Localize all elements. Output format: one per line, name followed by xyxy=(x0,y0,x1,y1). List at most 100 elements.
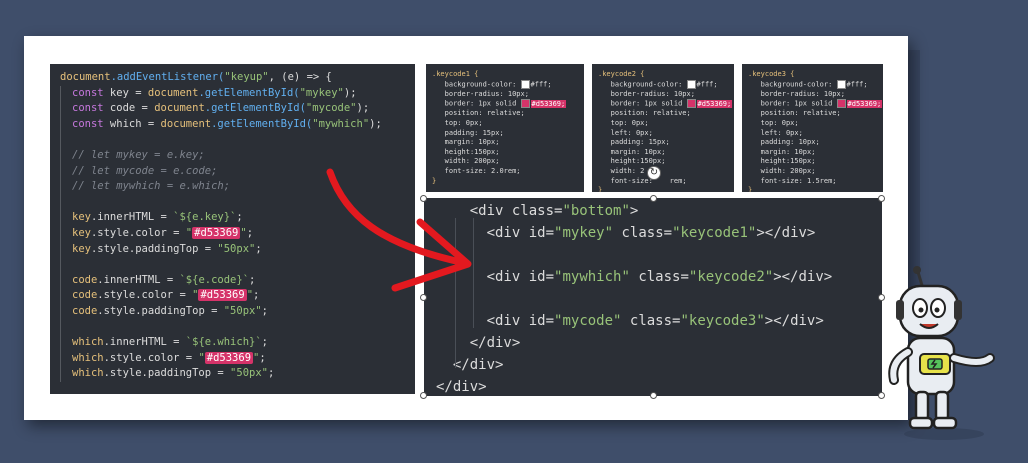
token: `${e.key}` xyxy=(173,211,237,224)
resize-handle-bottom[interactable] xyxy=(650,392,657,399)
token: "keycode2" xyxy=(688,269,774,285)
white-swatch-icon xyxy=(686,79,696,89)
code-line: document.addEventListener("keyup", (e) =… xyxy=(60,70,415,86)
rotate-handle-icon[interactable]: ↻ xyxy=(647,166,661,180)
css-line: width: 200px; xyxy=(748,167,883,177)
token: .innerHTML = xyxy=(103,336,186,349)
token: ; xyxy=(261,336,268,349)
token: > xyxy=(629,203,639,219)
white-swatch-icon xyxy=(836,79,846,89)
css-prop: left: 0px; xyxy=(610,128,653,137)
token: .addEventListener( xyxy=(110,71,225,83)
css-line: background-color: #fff; xyxy=(598,79,734,90)
token: "50px" xyxy=(230,367,268,380)
comment: // let mycode = e.code; xyxy=(72,164,218,177)
resize-handle-top-right[interactable] xyxy=(878,195,885,202)
css-line: padding: 10px; xyxy=(748,138,883,148)
css-line: background-color: #fff; xyxy=(748,79,883,90)
token: code xyxy=(72,289,98,302)
css-line: top: 0px; xyxy=(748,119,883,129)
css-line: font-size: rem; xyxy=(598,177,734,187)
css-prop: padding: 10px; xyxy=(760,138,820,147)
token: class= xyxy=(511,203,563,219)
token: ; xyxy=(259,351,266,364)
css-close: } xyxy=(748,186,753,192)
css-line: padding: 15px; xyxy=(432,129,584,139)
code-line: </div> xyxy=(436,376,882,396)
css-prop: border-radius: 10px; xyxy=(610,89,695,98)
css-prop: background-color: xyxy=(760,80,837,89)
css-line: top: 0px; xyxy=(598,119,734,129)
css-value: #fff; xyxy=(696,80,718,89)
code-line: <div id="mywhich" class="keycode2"></div… xyxy=(436,266,882,288)
token: `${e.which}` xyxy=(185,336,262,349)
token: document xyxy=(60,71,111,83)
token: .style.paddingTop = xyxy=(90,242,218,255)
token: which xyxy=(72,351,104,364)
css-line: border: 1px solid #d53369; xyxy=(598,99,734,109)
css-prop: margin: 10px; xyxy=(760,147,816,156)
token: .style.paddingTop = xyxy=(103,367,231,380)
token: id= xyxy=(528,269,555,285)
token: <div xyxy=(486,313,529,329)
css-keycode3-panel: .keycode3 { background-color: #fff; bord… xyxy=(742,64,883,192)
token: "keycode3" xyxy=(680,313,765,329)
token: const xyxy=(72,117,104,130)
css-line: border: 1px solid #d53369; xyxy=(432,99,584,109)
css-line: height:150px; xyxy=(598,157,734,167)
token: key = xyxy=(103,86,148,99)
curved-arrow-icon xyxy=(326,168,472,292)
token: ; xyxy=(255,242,262,255)
token: "mywhich" xyxy=(554,269,630,285)
token: ); xyxy=(343,86,357,99)
token: .style.paddingTop = xyxy=(97,304,224,317)
css-line: border-radius: 10px; xyxy=(748,90,883,100)
token: "mycode" xyxy=(554,313,622,329)
code-line: const which = document.getElementById("m… xyxy=(60,116,415,133)
token: key xyxy=(72,226,91,239)
token: ; xyxy=(267,367,275,380)
token: " xyxy=(198,351,205,364)
token: </div> xyxy=(469,335,521,351)
token: .getElementById( xyxy=(198,86,300,99)
css-prop: top: 0px; xyxy=(610,118,649,127)
code-line: const code = document.getElementById("my… xyxy=(60,101,415,117)
css-prop: position: relative; xyxy=(760,109,841,118)
code-line-blank xyxy=(60,132,415,148)
token: "mykey" xyxy=(299,86,344,99)
css-prop: height:150px; xyxy=(610,157,666,166)
robot-mascot-icon xyxy=(888,266,995,440)
token: ></div> xyxy=(756,225,816,241)
resize-handle-bottom-left[interactable] xyxy=(420,392,427,399)
css-prop: padding: 15px; xyxy=(444,128,504,137)
css-line: position: relative; xyxy=(432,109,584,119)
code-line: const key = document.getElementById("myk… xyxy=(60,85,415,102)
css-close: } xyxy=(598,186,603,192)
css-line: height:150px; xyxy=(748,157,883,167)
css-line: background-color: #fff; xyxy=(432,79,584,90)
resize-handle-top[interactable] xyxy=(650,195,657,202)
css-selector: .keycode1 { xyxy=(432,70,479,78)
token: document xyxy=(160,117,212,130)
css-line: margin: 10px; xyxy=(432,138,584,148)
code-line: </div> xyxy=(436,354,882,376)
html-code-panel[interactable]: <div class="bottom"> <div id="mykey" cla… xyxy=(424,198,882,396)
css-prop: width: 2 xyxy=(610,166,645,175)
token: .innerHTML = xyxy=(90,211,174,224)
css-line: height:150px; xyxy=(432,148,584,158)
token: </div> xyxy=(452,357,504,373)
token: .getElementById( xyxy=(211,117,313,130)
comment: // let mywhich = e.which; xyxy=(72,180,231,193)
token: .style.color = xyxy=(97,289,193,302)
css-prop: left: 0px; xyxy=(760,128,803,137)
code-line: <div id="mycode" class="keycode3"></div> xyxy=(436,310,882,332)
css-prop: margin: 10px; xyxy=(610,147,666,156)
code-line: </div> xyxy=(436,332,882,354)
css-line: left: 0px; xyxy=(748,129,883,139)
color-highlight: #d53369 xyxy=(192,226,241,239)
token: key xyxy=(72,242,91,255)
css-line: left: 0px; xyxy=(598,129,734,139)
css-prop: top: 0px; xyxy=(444,118,483,127)
css-keycode2-panel: .keycode2 { background-color: #fff; bord… xyxy=(592,64,734,192)
